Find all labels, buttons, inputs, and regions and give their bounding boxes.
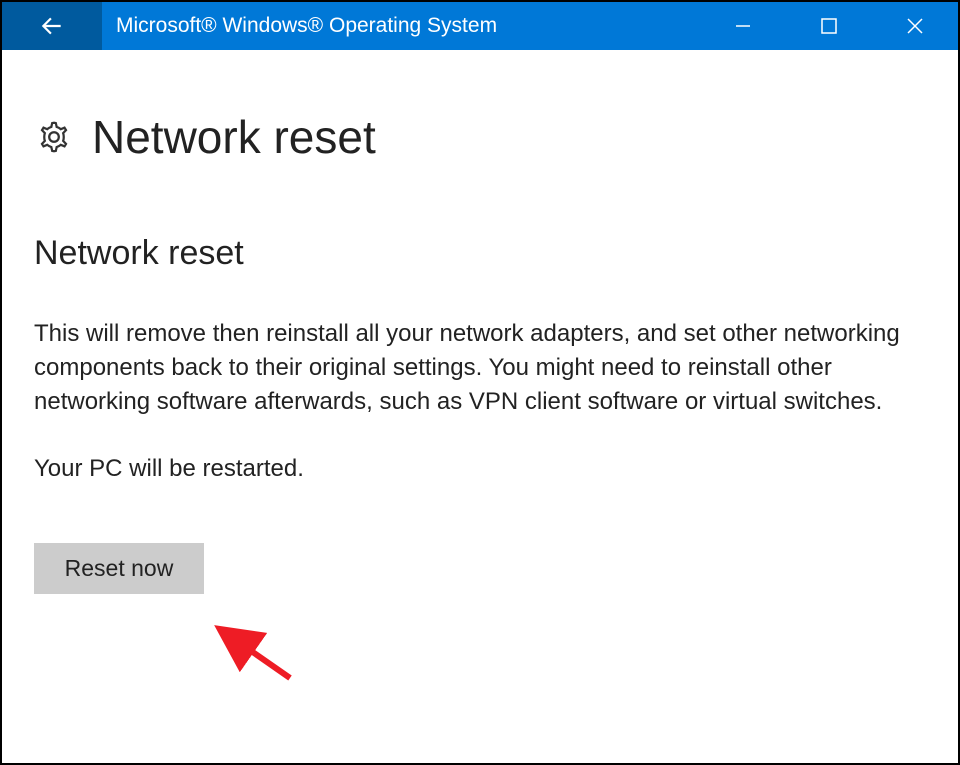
page-title: Network reset — [92, 110, 376, 164]
section-title: Network reset — [34, 234, 926, 273]
arrow-left-icon — [39, 13, 65, 39]
maximize-button[interactable] — [786, 2, 872, 50]
close-icon — [905, 16, 925, 36]
maximize-icon — [820, 17, 838, 35]
title-bar: Microsoft® Windows® Operating System — [2, 2, 958, 50]
gear-icon — [34, 117, 74, 157]
window-title: Microsoft® Windows® Operating System — [102, 14, 700, 38]
reset-now-button[interactable]: Reset now — [34, 543, 204, 594]
minimize-button[interactable] — [700, 2, 786, 50]
minimize-icon — [734, 17, 752, 35]
close-button[interactable] — [872, 2, 958, 50]
window-controls — [700, 2, 958, 50]
restart-notice: Your PC will be restarted. — [34, 455, 926, 483]
back-button[interactable] — [2, 2, 102, 50]
page-header: Network reset — [34, 110, 926, 164]
annotation-arrow — [212, 620, 302, 695]
description-text: This will remove then reinstall all your… — [34, 317, 914, 419]
content-area: Network reset Network reset This will re… — [2, 50, 958, 626]
